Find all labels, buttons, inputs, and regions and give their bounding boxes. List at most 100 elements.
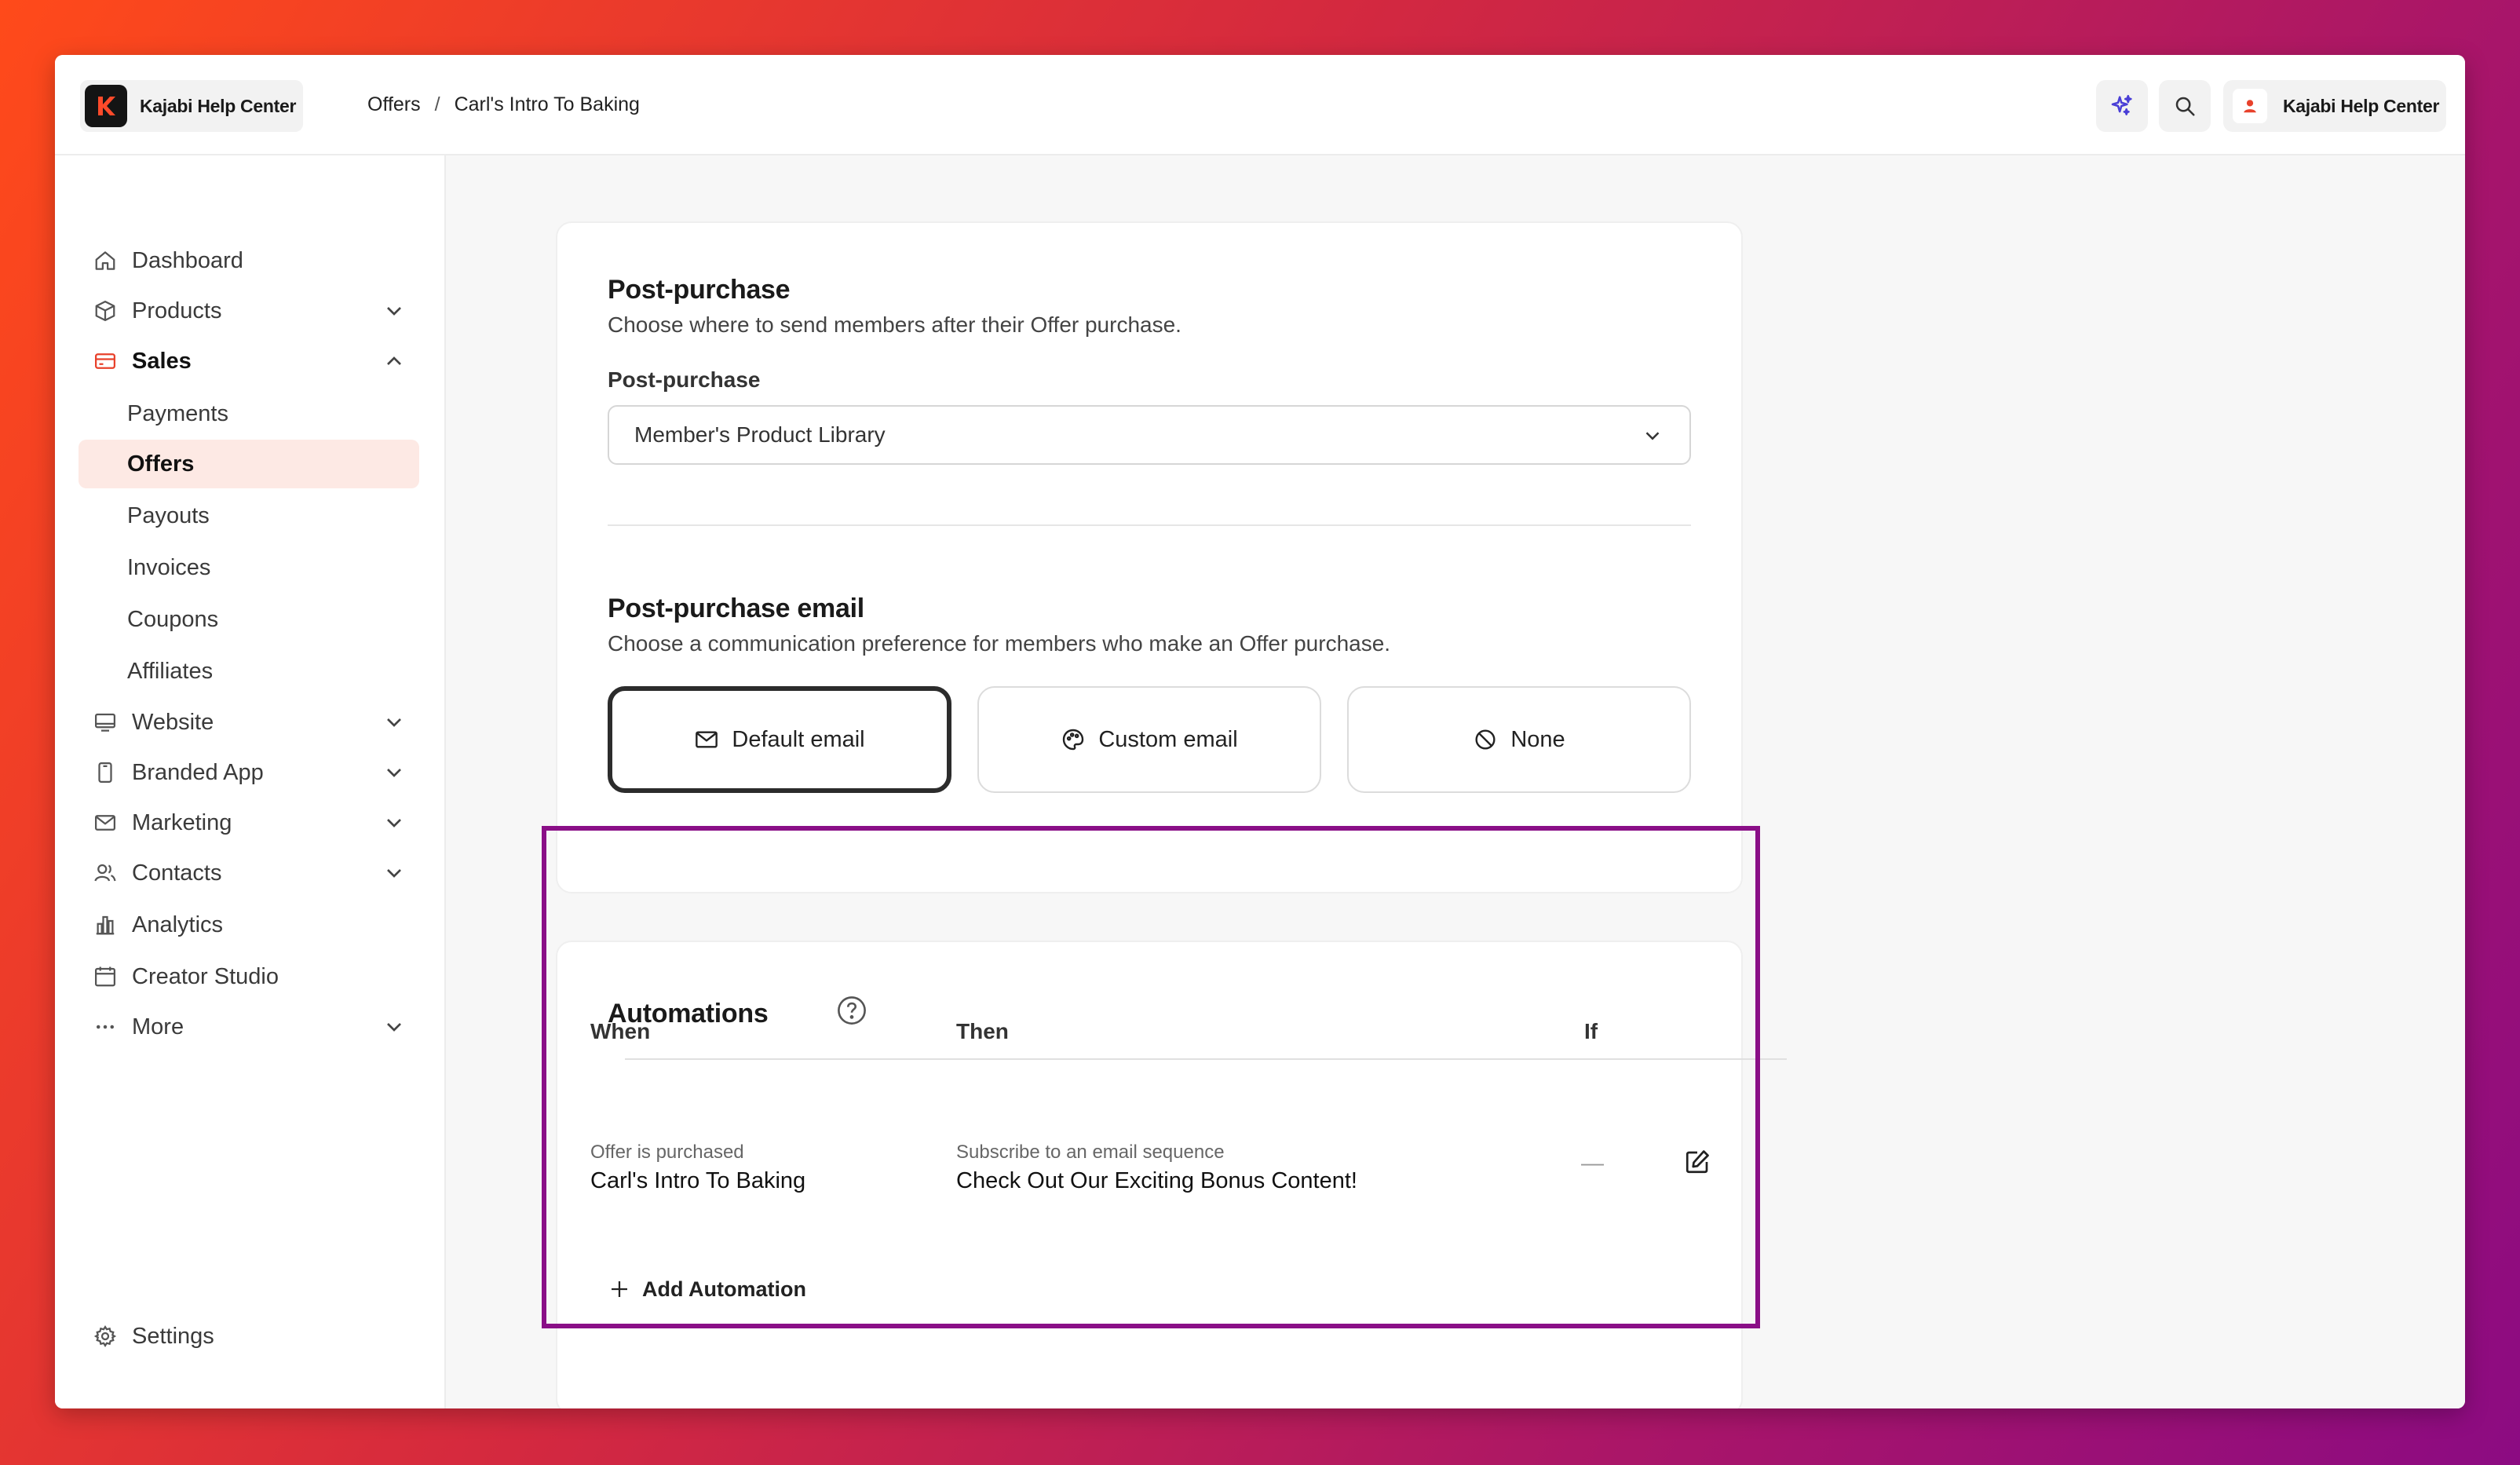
help-circle-icon[interactable] (835, 994, 868, 1027)
person-icon (2244, 100, 2256, 113)
sidebar-item-offers[interactable]: Offers (79, 440, 419, 488)
sidebar-item-coupons[interactable]: Coupons (79, 595, 419, 644)
ban-icon (1473, 726, 1499, 753)
box-icon (91, 297, 119, 325)
breadcrumb-current: Carl's Intro To Baking (454, 93, 640, 115)
default-email-option[interactable]: Default email (608, 686, 951, 793)
chevron-down-icon (387, 1023, 401, 1032)
breadcrumb-offers-link[interactable]: Offers (367, 93, 421, 116)
sidebar-item-label: Payments (127, 400, 228, 426)
search-button[interactable] (2159, 80, 2211, 132)
sparkle-icon (2111, 94, 2132, 115)
chart-icon (91, 911, 119, 939)
column-header-if: If (1584, 1019, 1598, 1043)
edit-icon[interactable] (1683, 1148, 1711, 1176)
top-bar: Kajabi Help Center Offers / Carl's Intro… (55, 55, 2465, 155)
phone-icon (91, 758, 119, 787)
if-value: — (1581, 1151, 1604, 1176)
option-label: Default email (732, 726, 865, 752)
custom-email-option[interactable]: Custom email (977, 686, 1321, 793)
post-purchase-email-description: Choose a communication preference for me… (608, 631, 1391, 656)
sidebar-item-more[interactable]: More (79, 1003, 419, 1050)
breadcrumb: Offers / Carl's Intro To Baking (367, 55, 640, 154)
account-name: Kajabi Help Center (2283, 95, 2440, 116)
main-content: Post-purchase Choose where to send membe… (446, 155, 2465, 1408)
dots-icon (91, 1013, 119, 1041)
mail-icon (91, 809, 119, 837)
sidebar-item-website[interactable]: Website (79, 699, 419, 746)
sidebar-item-label: Offers (127, 451, 195, 477)
search-icon (2175, 97, 2195, 116)
sidebar-item-label: Website (132, 709, 214, 735)
people-icon (91, 859, 119, 887)
account-menu[interactable]: Kajabi Help Center (2223, 80, 2446, 132)
post-purchase-email-title: Post-purchase email (608, 594, 864, 623)
sidebar-item-label: Branded App (132, 759, 264, 785)
no-email-option[interactable]: None (1347, 686, 1691, 793)
sidebar-item-branded-app[interactable]: Branded App (79, 749, 419, 796)
calendar-icon (91, 963, 119, 991)
monitor-icon (91, 708, 119, 736)
post-purchase-description: Choose where to send members after their… (608, 312, 1181, 337)
site-switcher[interactable]: Kajabi Help Center (80, 80, 303, 132)
chevron-down-icon (387, 869, 401, 878)
avatar (2233, 89, 2267, 123)
breadcrumb-separator: / (434, 93, 440, 115)
chevron-down-icon (1645, 432, 1660, 440)
chevron-down-icon (387, 819, 401, 827)
post-purchase-card: Post-purchase Choose where to send membe… (556, 221, 1743, 893)
when-caption: Offer is purchased (590, 1142, 744, 1163)
sidebar-item-payments[interactable]: Payments (79, 389, 419, 438)
palette-icon (1061, 726, 1087, 753)
then-value: Check Out Our Exciting Bonus Content! (956, 1168, 1357, 1193)
section-divider (608, 524, 1691, 526)
table-header-divider (625, 1058, 1787, 1060)
sidebar-item-label: More (132, 1014, 184, 1039)
sidebar-item-settings[interactable]: Settings (79, 1313, 419, 1360)
sidebar-settings-label: Settings (132, 1323, 214, 1349)
ai-assistant-button[interactable] (2096, 80, 2148, 132)
sidebar-item-contacts[interactable]: Contacts (79, 849, 419, 897)
sidebar-item-label: Analytics (132, 912, 224, 937)
sidebar-item-label: Creator Studio (132, 963, 279, 989)
sidebar-item-label: Marketing (132, 809, 232, 835)
sidebar-item-label: Coupons (127, 606, 219, 632)
sidebar-item-payouts[interactable]: Payouts (79, 491, 419, 540)
credit-card-icon (91, 347, 119, 375)
gear-icon (91, 1322, 119, 1350)
sidebar-item-marketing[interactable]: Marketing (79, 799, 419, 846)
column-header-then: Then (956, 1019, 1009, 1043)
when-value: Carl's Intro To Baking (590, 1168, 806, 1193)
add-automation-label: Add Automation (642, 1277, 806, 1301)
post-purchase-title: Post-purchase (608, 275, 791, 305)
sidebar-item-sales[interactable]: Sales (79, 338, 419, 385)
chevron-down-icon (387, 718, 401, 727)
plus-icon (612, 1281, 627, 1297)
sidebar-item-label: Payouts (127, 502, 210, 528)
option-label: Custom email (1098, 726, 1238, 752)
home-icon (91, 247, 119, 275)
column-header-when: When (590, 1019, 651, 1043)
sidebar: Dashboard Products Sales Payments Offers… (55, 155, 446, 1408)
sidebar-item-affiliates[interactable]: Affiliates (79, 647, 419, 696)
sidebar-item-label: Invoices (127, 554, 211, 580)
post-purchase-select[interactable]: Member's Product Library (608, 405, 1691, 465)
then-caption: Subscribe to an email sequence (956, 1142, 1225, 1163)
post-purchase-field-label: Post-purchase (608, 367, 761, 392)
sidebar-item-products[interactable]: Products (79, 287, 419, 334)
mail-icon (694, 726, 721, 753)
sidebar-item-invoices[interactable]: Invoices (79, 543, 419, 592)
app-window: Kajabi Help Center Offers / Carl's Intro… (55, 55, 2465, 1408)
sidebar-item-label: Contacts (132, 860, 222, 886)
site-name: Kajabi Help Center (140, 95, 297, 116)
post-purchase-select-value: Member's Product Library (634, 422, 886, 447)
sidebar-item-dashboard[interactable]: Dashboard (79, 237, 419, 284)
sidebar-item-label: Products (132, 298, 222, 323)
sidebar-item-label: Affiliates (127, 658, 214, 684)
option-label: None (1510, 726, 1565, 752)
kajabi-logo-icon (85, 85, 127, 127)
add-automation-button[interactable]: Add Automation (608, 1273, 806, 1305)
sidebar-item-creator-studio[interactable]: Creator Studio (79, 953, 419, 1000)
sidebar-item-analytics[interactable]: Analytics (79, 901, 419, 948)
sidebar-item-label: Sales (132, 348, 192, 374)
